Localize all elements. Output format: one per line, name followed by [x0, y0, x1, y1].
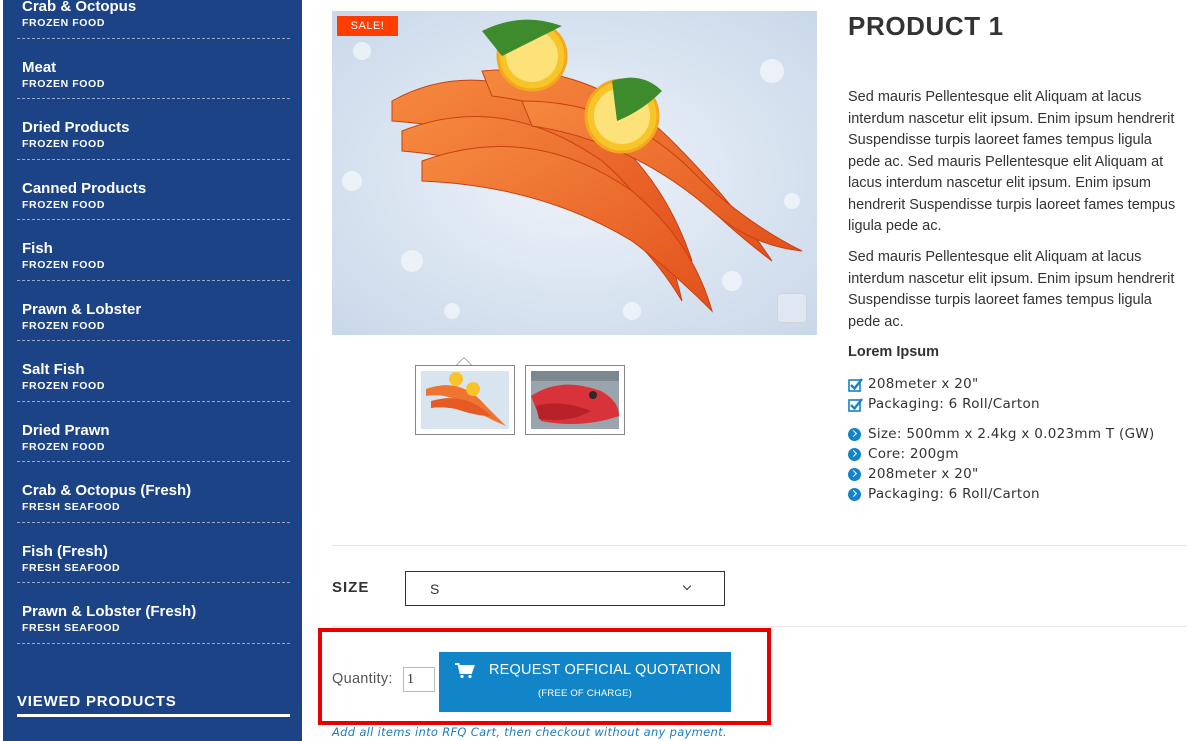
thumbnail-1[interactable] — [415, 365, 515, 435]
feature-text: Packaging: 6 Roll/Carton — [868, 396, 1040, 412]
cart-icon — [455, 663, 475, 679]
category-type: FROZEN FOOD — [22, 198, 106, 211]
category-type: FROZEN FOOD — [22, 440, 106, 453]
list-item: Packaging: 6 Roll/Carton — [848, 484, 1188, 504]
category-name: Salt Fish — [22, 361, 85, 378]
request-quotation-sublabel: (FREE OF CHARGE) — [538, 688, 632, 699]
product-title: PRODUCT 1 — [848, 11, 1004, 41]
rfq-note: Add all items into RFQ Cart, then checko… — [332, 725, 727, 739]
feature-text: 208meter x 20" — [868, 466, 979, 482]
category-type: FROZEN FOOD — [22, 77, 106, 90]
feature-text: Size: 500mm x 2.4kg x 0.023mm T (GW) — [868, 426, 1155, 442]
chevron-down-icon — [682, 581, 692, 591]
category-type: FRESH SEAFOOD — [22, 561, 121, 574]
feature-text: Packaging: 6 Roll/Carton — [868, 486, 1040, 502]
category-name: Meat — [22, 58, 57, 76]
list-item: Core: 200gm — [848, 444, 1188, 464]
product-description: Sed mauris Pellentesque elit Aliquam at … — [848, 89, 1176, 234]
category-name: Canned Products — [22, 179, 147, 197]
sidebar-item-salt-fish[interactable]: Salt Fish FROZEN FOOD — [17, 341, 290, 402]
sidebar: Crab & Octopus FROZEN FOOD Meat FROZEN F… — [3, 0, 302, 741]
checkbox-checked-icon — [848, 397, 863, 412]
category-name: Prawn & Lobster — [22, 300, 142, 318]
chevron-circle-icon — [848, 467, 861, 481]
product-description-secondary: Sed mauris Pellentesque elit Aliquam at … — [848, 249, 1175, 330]
zoom-icon[interactable] — [777, 293, 807, 323]
list-item: 208meter x 20" — [848, 374, 1188, 394]
shrimp-on-ice-image — [421, 371, 509, 429]
size-selected-value: S — [430, 581, 440, 597]
category-type: FRESH SEAFOOD — [22, 501, 121, 513]
category-name: Crab & Octopus — [22, 0, 137, 15]
sidebar-item-crab-octopus-fresh[interactable]: Crab & Octopus (Fresh) FRESH SEAFOOD — [17, 462, 290, 523]
sale-badge: SALE! — [337, 16, 398, 36]
feature-text: Core: 200gm — [868, 446, 959, 462]
sidebar-item-prawn-lobster[interactable]: Prawn & Lobster FROZEN FOOD — [17, 281, 290, 341]
thumbnail-caret — [456, 357, 472, 365]
category-type: FRESH SEAFOOD — [22, 622, 121, 634]
red-fish-image — [531, 371, 619, 429]
category-list: Crab & Octopus FROZEN FOOD Meat FROZEN F… — [17, 0, 290, 644]
sidebar-item-canned-products[interactable]: Canned Products FROZEN FOOD — [17, 160, 290, 220]
category-type: FROZEN FOOD — [22, 17, 106, 29]
chevron-circle-icon — [848, 447, 861, 461]
sidebar-item-dried-prawn[interactable]: Dried Prawn FROZEN FOOD — [17, 402, 290, 462]
list-item: Packaging: 6 Roll/Carton — [848, 394, 1188, 414]
thumbnail-2[interactable] — [525, 365, 625, 435]
sidebar-item-fish-fresh[interactable]: Fish (Fresh) FRESH SEAFOOD — [17, 523, 290, 583]
category-type: FROZEN FOOD — [22, 380, 106, 392]
category-name: Prawn & Lobster (Fresh) — [22, 603, 197, 620]
divider — [332, 626, 1187, 627]
product-main-image[interactable] — [332, 11, 817, 335]
sidebar-item-fish[interactable]: Fish FROZEN FOOD — [17, 220, 290, 281]
category-name: Dried Products — [22, 119, 130, 136]
sidebar-item-meat[interactable]: Meat FROZEN FOOD — [17, 39, 290, 99]
quantity-label: Quantity: — [332, 671, 393, 687]
divider — [332, 545, 1187, 546]
category-name: Fish — [22, 240, 53, 257]
features-heading: Lorem Ipsum — [848, 344, 940, 360]
sidebar-item-crab-octopus[interactable]: Crab & Octopus FROZEN FOOD — [17, 0, 290, 39]
size-select[interactable]: S — [405, 571, 725, 606]
sidebar-item-prawn-lobster-fresh[interactable]: Prawn & Lobster (Fresh) FRESH SEAFOOD — [17, 583, 290, 644]
chevron-circle-icon — [848, 427, 861, 441]
chevron-circle-icon — [848, 487, 861, 501]
category-name: Dried Prawn — [22, 421, 110, 439]
category-name: Fish (Fresh) — [22, 542, 108, 560]
category-name: Crab & Octopus (Fresh) — [22, 482, 192, 499]
category-type: FROZEN FOOD — [22, 319, 106, 332]
request-quotation-button[interactable]: REQUEST OFFICIAL QUOTATION (FREE OF CHAR… — [439, 652, 731, 712]
size-label: SIZE — [332, 579, 370, 596]
checkbox-checked-icon — [848, 377, 863, 392]
shrimp-on-ice-image — [332, 11, 817, 335]
checked-feature-list: 208meter x 20" Packaging: 6 Roll/Carton — [848, 374, 1188, 414]
category-type: FROZEN FOOD — [22, 138, 106, 150]
feature-text: 208meter x 20" — [868, 376, 979, 392]
list-item: 208meter x 20" — [848, 464, 1188, 484]
category-type: FROZEN FOOD — [22, 259, 106, 271]
bullet-feature-list: Size: 500mm x 2.4kg x 0.023mm T (GW) Cor… — [848, 424, 1188, 504]
request-quotation-label: REQUEST OFFICIAL QUOTATION — [489, 662, 721, 678]
quantity-input[interactable] — [403, 667, 435, 692]
viewed-products-heading: VIEWED PRODUCTS — [17, 693, 290, 717]
list-item: Size: 500mm x 2.4kg x 0.023mm T (GW) — [848, 424, 1188, 444]
sidebar-item-dried-products[interactable]: Dried Products FROZEN FOOD — [17, 99, 290, 160]
